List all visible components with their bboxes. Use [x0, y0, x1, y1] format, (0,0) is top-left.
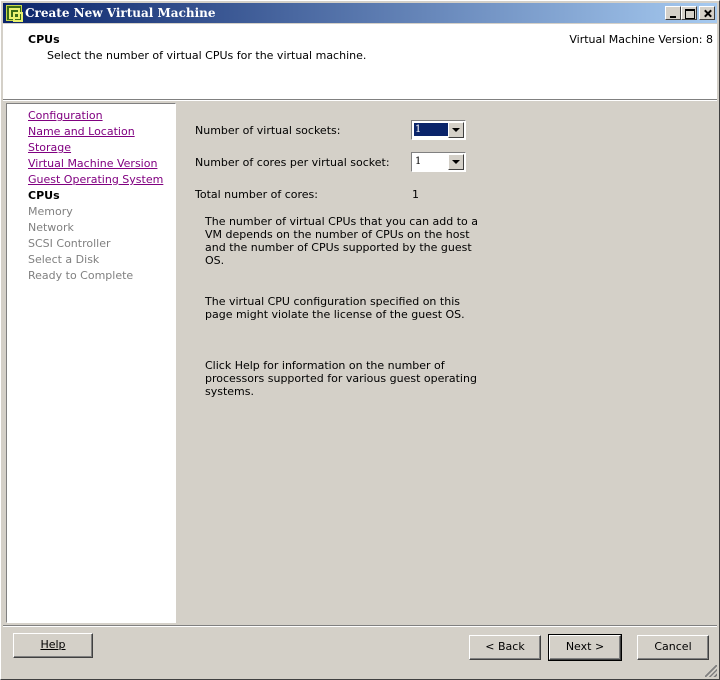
minimize-button[interactable]	[665, 6, 681, 20]
sockets-select[interactable]: 1	[411, 120, 466, 140]
cores-select[interactable]: 1	[411, 152, 466, 172]
wizard-header: CPUs Select the number of virtual CPUs f…	[3, 24, 717, 99]
nav-step-network: Network	[28, 221, 74, 234]
nav-step-name-and-location[interactable]: Name and Location	[28, 125, 135, 138]
cancel-button[interactable]: Cancel	[637, 635, 709, 660]
nav-step-cpus: CPUs	[28, 189, 60, 202]
nav-step-memory: Memory	[28, 205, 73, 218]
nav-step-vm-version[interactable]: Virtual Machine Version	[28, 157, 157, 170]
cpu-config-panel: Number of virtual sockets: 1 Number of c…	[179, 103, 717, 623]
nav-step-ready-to-complete: Ready to Complete	[28, 269, 134, 282]
title-bar[interactable]: Create New Virtual Machine	[3, 3, 717, 23]
nav-step-storage[interactable]: Storage	[28, 141, 71, 154]
maximize-button[interactable]	[681, 6, 697, 20]
wizard-steps-panel: Configuration Name and Location Storage …	[6, 103, 176, 623]
window-title: Create New Virtual Machine	[25, 6, 216, 20]
vsphere-app-icon	[6, 5, 23, 22]
sockets-label: Number of virtual sockets:	[195, 124, 341, 137]
nav-step-select-disk: Select a Disk	[28, 253, 100, 266]
vm-version-label: Virtual Machine Version: 8	[569, 33, 713, 46]
chevron-down-icon[interactable]	[448, 154, 464, 170]
page-title: CPUs	[28, 33, 60, 46]
help-button[interactable]: Help	[13, 633, 93, 658]
back-button[interactable]: < Back	[469, 635, 541, 660]
page-subtitle: Select the number of virtual CPUs for th…	[47, 49, 367, 62]
next-button[interactable]: Next >	[548, 634, 622, 661]
cores-label: Number of cores per virtual socket:	[195, 156, 390, 169]
close-button[interactable]	[699, 6, 715, 20]
nav-step-scsi-controller: SCSI Controller	[28, 237, 111, 250]
footer-divider	[3, 625, 717, 627]
nav-step-guest-os[interactable]: Guest Operating System	[28, 173, 163, 186]
total-cores-label: Total number of cores:	[195, 188, 318, 201]
chevron-down-icon[interactable]	[448, 122, 464, 138]
cpu-limit-info: The number of virtual CPUs that you can …	[205, 215, 479, 267]
header-divider	[3, 99, 717, 101]
cores-select-value: 1	[415, 156, 422, 167]
help-button-label: Help	[40, 638, 66, 651]
license-warning-info: The virtual CPU configuration specified …	[205, 295, 465, 321]
nav-step-configuration[interactable]: Configuration	[28, 109, 103, 122]
sockets-select-value: 1	[413, 122, 449, 137]
help-hint-info: Click Help for information on the number…	[205, 359, 477, 398]
resize-grip-icon[interactable]	[705, 665, 717, 677]
total-cores-value: 1	[412, 188, 419, 201]
create-vm-window: Create New Virtual Machine CPUs Select t…	[0, 0, 720, 680]
